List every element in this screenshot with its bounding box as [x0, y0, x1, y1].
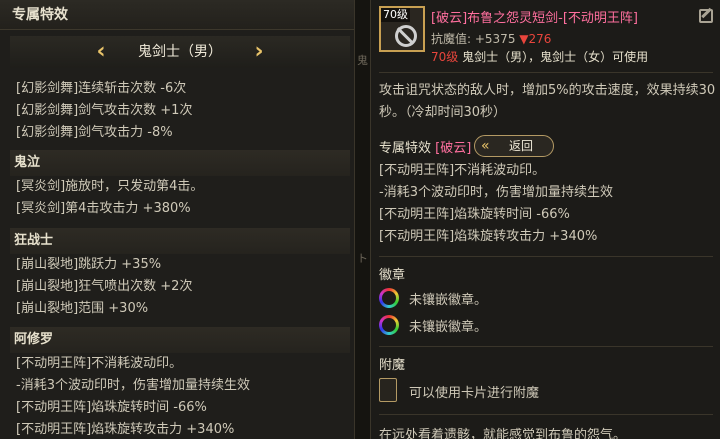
exclusive-title-text: 专属特效 [379, 141, 432, 156]
effect-line: [冥炎剑]第4击攻击力 +380% [16, 201, 191, 216]
exclusive-effects-title: 专属特效 [破云] [379, 137, 471, 156]
effect-line: [崩山裂地]跳跃力 +35% [16, 257, 162, 272]
back-button-label: 返回 [508, 139, 533, 153]
enchant-text: 可以使用卡片进行附魔 [409, 386, 540, 401]
item-stat: 抗魔值: +5375 ▼276 [431, 30, 551, 47]
group-title: 狂战士 [10, 228, 350, 254]
effect-group-berserker: 狂战士 [崩山裂地]跳跃力 +35% [崩山裂地]狂气喷出次数 +2次 [崩山裂… [10, 228, 350, 320]
class-selector-label: 鬼剑士（男） [138, 44, 222, 60]
emblem-section-title: 徽章 [379, 268, 406, 283]
effect-line: [幻影剑舞]剑气攻击力 -8% [16, 125, 173, 140]
exclusive-effects-panel: 专属特效 ‹ 鬼剑士（男） › [幻影剑舞]连续斩击次数 -6次 [幻影剑舞]剑… [0, 0, 355, 439]
effect-group-swordmaster: [幻影剑舞]连续斩击次数 -6次 [幻影剑舞]剑气攻击次数 +1次 [幻影剑舞]… [10, 78, 350, 144]
divider [379, 346, 713, 347]
exclusive-tag: [破云] [435, 141, 472, 156]
effect-line: [不动明王阵]焰珠旋转攻击力 +340% [16, 422, 235, 437]
effect-group-asura: 阿修罗 [不动明王阵]不消耗波动印。 -消耗3个波动印时，伤害增加量持续生效 [… [10, 327, 350, 439]
effect-line: -消耗3个波动印时，伤害增加量持续生效 [16, 378, 250, 393]
effect-line: [冥炎剑]施放时，只发动第4击。 [16, 179, 204, 194]
usable-classes: 70级 鬼剑士（男），鬼剑士（女）可使用 [431, 48, 648, 65]
back-button[interactable]: « 返回 [474, 135, 554, 157]
stat-label: 抗魔值: +5375 [431, 32, 516, 46]
emblem-slot: 未镶嵌徽章。 [379, 286, 487, 310]
divider [379, 72, 713, 73]
class-selector: ‹ 鬼剑士（男） › [10, 36, 350, 68]
effect-line: [崩山裂地]狂气喷出次数 +2次 [16, 279, 193, 294]
effect-group-soul-bender: 鬼泣 [冥炎剑]施放时，只发动第4击。 [冥炎剑]第4击攻击力 +380% [10, 150, 350, 220]
item-tooltip-panel: 70级 [破云]布鲁之怨灵短剑-[不动明王阵] 抗魔值: +5375 ▼276 … [370, 0, 720, 439]
effect-line: [幻影剑舞]剑气攻击次数 +1次 [16, 103, 193, 118]
exclusive-effects-list: [不动明王阵]不消耗波动印。 -消耗3个波动印时，伤害增加量持续生效 [不动明王… [379, 160, 613, 248]
edit-icon[interactable] [699, 9, 713, 23]
emblem-slot-text: 未镶嵌徽章。 [409, 319, 488, 335]
item-name: [破云]布鲁之怨灵短剑-[不动明王阵] [431, 11, 638, 26]
emblem-slot: 未镶嵌徽章。 [379, 313, 487, 337]
stat-decrease: ▼276 [519, 32, 552, 46]
enchant-section-title: 附魔 [379, 358, 406, 373]
usable-level: 70级 [431, 50, 459, 64]
chevron-right-icon[interactable]: › [247, 38, 271, 66]
double-chevron-left-icon: « [481, 138, 490, 154]
emblem-socket-icon [379, 288, 399, 308]
background-glyph: ト [357, 252, 368, 265]
panel-title: 专属特效 [0, 0, 354, 30]
effect-line: [幻影剑舞]连续斩击次数 -6次 [16, 81, 187, 96]
item-flavor-text: 在远处看着遗骸，就能感觉到布鲁的怨气。 [379, 428, 627, 439]
usable-text: 鬼剑士（男），鬼剑士（女）可使用 [458, 50, 649, 64]
group-title: 阿修罗 [10, 327, 350, 353]
chevron-left-icon[interactable]: ‹ [89, 38, 113, 66]
divider [379, 256, 713, 257]
emblem-socket-icon [379, 315, 399, 335]
item-level-tag: 70级 [381, 8, 410, 22]
card-slot-icon [379, 378, 397, 402]
effect-line: [不动明王阵]不消耗波动印。 [379, 163, 546, 178]
item-description: 攻击诅咒状态的敌人时，增加5%的攻击速度，效果持续30秒。（冷却时间30秒） [379, 83, 716, 120]
effect-line: [不动明王阵]焰珠旋转攻击力 +340% [379, 229, 598, 244]
effect-line: -消耗3个波动印时，伤害增加量持续生效 [379, 185, 613, 200]
effect-line: [崩山裂地]范围 +30% [16, 301, 149, 316]
background-glyph: 鬼 [357, 54, 368, 67]
effect-line: [不动明王阵]焰珠旋转时间 -66% [379, 207, 570, 222]
unusable-icon [395, 25, 417, 47]
group-title: 鬼泣 [10, 150, 350, 176]
effect-line: [不动明王阵]不消耗波动印。 [16, 356, 183, 371]
item-icon: 70级 [379, 6, 425, 52]
effect-line: [不动明王阵]焰珠旋转时间 -66% [16, 400, 207, 415]
divider [379, 414, 713, 415]
emblem-slot-text: 未镶嵌徽章。 [409, 292, 488, 308]
